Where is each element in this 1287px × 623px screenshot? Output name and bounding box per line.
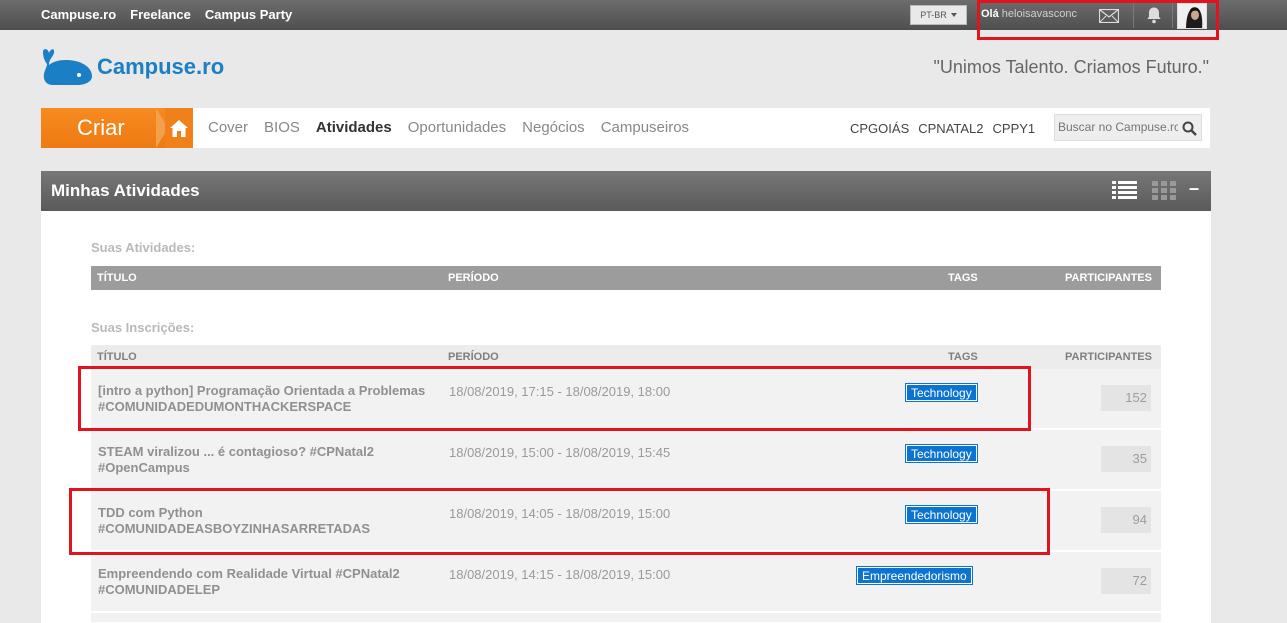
grid-view-icon[interactable] <box>1152 180 1176 205</box>
brand-name: Campuse.ro <box>97 54 225 79</box>
atividades-table-header: TÍTULO PERÍODO TAGS PARTICIPANTES <box>91 266 1161 290</box>
col-titulo: TÍTULO <box>97 351 137 363</box>
nav-item-cppy1[interactable]: CPPY1 <box>993 121 1036 136</box>
col-tags: TAGS <box>948 351 978 363</box>
search-icon[interactable] <box>1182 120 1197 140</box>
col-participantes: PARTICIPANTES <box>1065 272 1152 284</box>
col-periodo: PERÍODO <box>448 272 499 284</box>
table-row <box>91 613 1161 623</box>
highlight-box-row-3 <box>69 488 1050 555</box>
tagline: "Unimos Talento. Criamos Futuro." <box>933 57 1209 77</box>
home-icon <box>170 119 188 137</box>
nav-item-atividades[interactable]: Atividades <box>316 119 392 136</box>
nav-item-negocios[interactable]: Negócios <box>522 119 585 136</box>
participants-count: 35 <box>1101 446 1151 472</box>
search-input[interactable] <box>1058 120 1178 134</box>
top-link-freelance[interactable]: Freelance <box>130 7 191 22</box>
user-area-highlight <box>977 0 1219 40</box>
col-titulo: TÍTULO <box>97 272 137 284</box>
highlight-box-row-1 <box>78 366 1031 431</box>
top-link-campusero[interactable]: Campuse.ro <box>41 7 116 22</box>
nav-item-cpnatal2[interactable]: CPNATAL2 <box>918 121 983 136</box>
panel-header: Minhas Atividades – <box>41 171 1211 211</box>
col-periodo: PERÍODO <box>448 351 499 363</box>
nav-item-cover[interactable]: Cover <box>208 119 248 136</box>
participants-count: 94 <box>1101 507 1151 533</box>
home-button[interactable] <box>165 108 193 148</box>
activity-title[interactable]: STEAM viralizou ... é contagioso? #CPNat… <box>98 444 448 476</box>
search-box <box>1054 114 1202 141</box>
language-label: PT-BR <box>920 10 947 20</box>
top-link-campus-party[interactable]: Campus Party <box>205 7 292 22</box>
nav-links: Cover BIOS Atividades Oportunidades Negó… <box>208 119 689 136</box>
main-nav: Criar Cover BIOS Atividades Oportunidade… <box>41 108 1210 148</box>
whale-logo-icon <box>43 49 92 85</box>
language-selector[interactable]: PT-BR <box>910 5 967 25</box>
nav-item-cpgoias[interactable]: CPGOIÁS <box>850 121 909 136</box>
section-label-atividades: Suas Atividades: <box>91 240 196 255</box>
collapse-button[interactable]: – <box>1189 178 1199 199</box>
tag-badge[interactable]: Empreendedorismo <box>856 566 973 585</box>
panel-title: Minhas Atividades <box>51 181 200 200</box>
col-participantes: PARTICIPANTES <box>1065 351 1152 363</box>
logo[interactable]: Campuse.ro <box>41 48 224 86</box>
activity-period: 18/08/2019, 15:00 - 18/08/2019, 15:45 <box>449 445 671 460</box>
tag-badge[interactable]: Technology <box>905 444 978 463</box>
col-tags: TAGS <box>948 272 978 284</box>
top-links: Campuse.ro Freelance Campus Party <box>41 7 292 22</box>
criar-button[interactable]: Criar <box>41 108 166 148</box>
table-row[interactable]: Empreendendo com Realidade Virtual #CPNa… <box>91 552 1161 612</box>
activity-title[interactable]: Empreendendo com Realidade Virtual #CPNa… <box>98 566 448 598</box>
caret-down-icon <box>950 13 957 17</box>
participants-count: 72 <box>1101 568 1151 594</box>
table-row[interactable]: STEAM viralizou ... é contagioso? #CPNat… <box>91 430 1161 490</box>
nav-item-oportunidades[interactable]: Oportunidades <box>408 119 506 136</box>
nav-item-campuseiros[interactable]: Campuseiros <box>601 119 689 136</box>
community-links: CPGOIÁS CPNATAL2 CPPY1 <box>850 121 1035 136</box>
participants-count: 152 <box>1101 385 1151 411</box>
nav-item-bios[interactable]: BIOS <box>264 119 300 136</box>
list-view-icon[interactable] <box>1112 180 1137 205</box>
section-label-inscricoes: Suas Inscrições: <box>91 320 195 335</box>
activity-period: 18/08/2019, 14:15 - 18/08/2019, 15:00 <box>449 567 671 582</box>
